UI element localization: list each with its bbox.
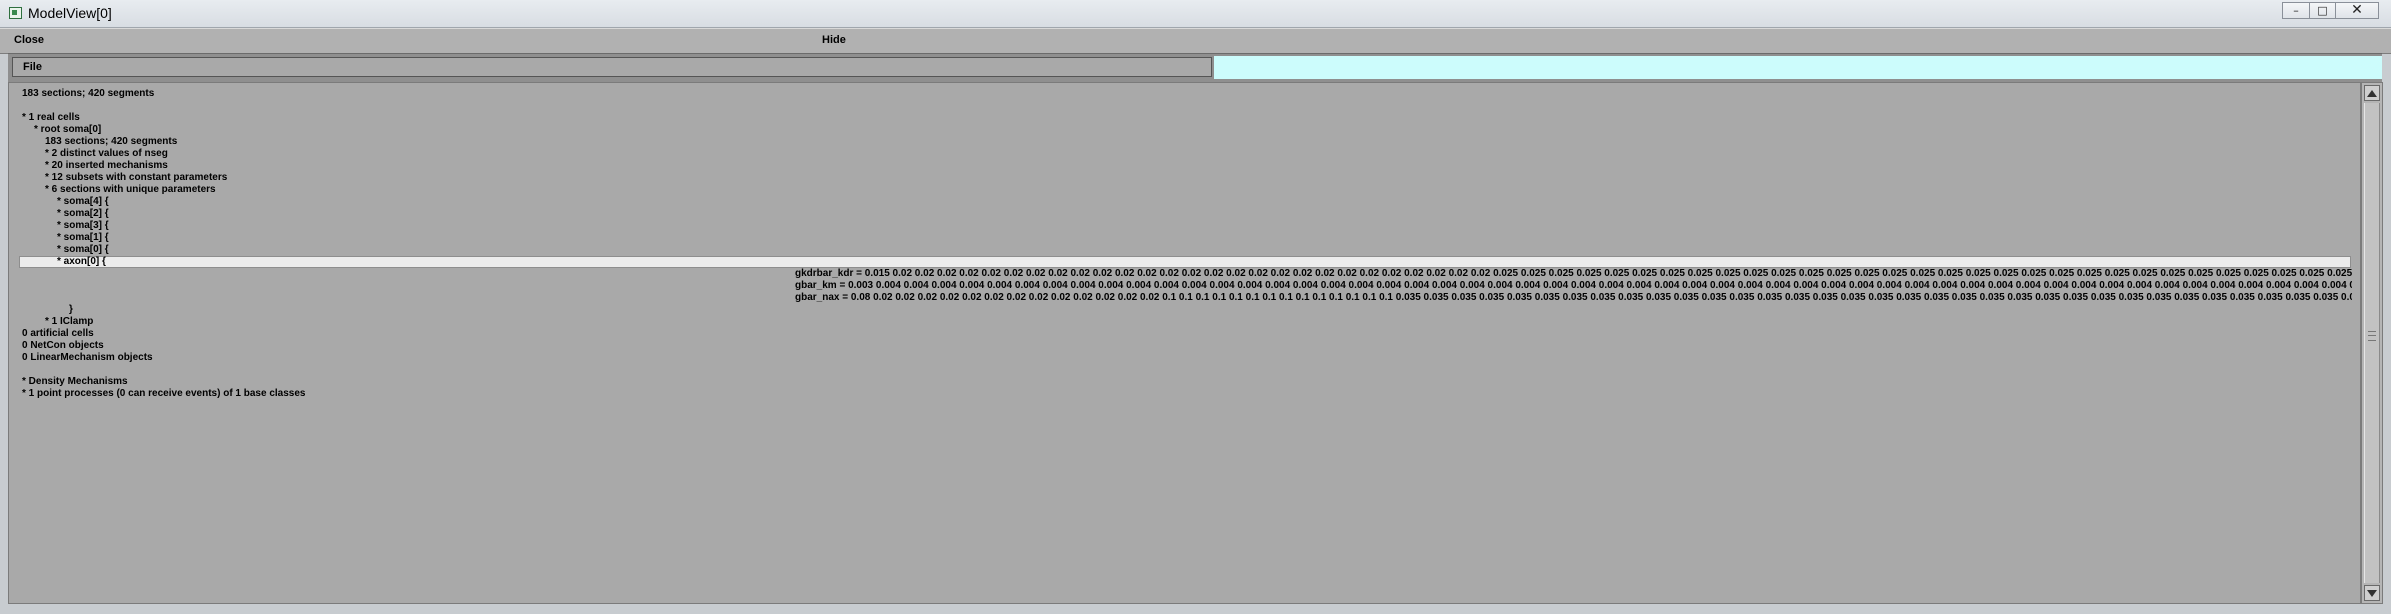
menubar: Close Hide <box>0 28 2391 54</box>
tree-iclamp[interactable]: * 1 IClamp <box>45 316 93 328</box>
menu-close[interactable]: Close <box>14 34 44 46</box>
tree-real-cells[interactable]: * 1 real cells <box>22 112 80 124</box>
tree-mechanisms[interactable]: * 20 inserted mechanisms <box>45 160 168 172</box>
arrow-down-icon <box>2367 590 2377 597</box>
tree-nseg[interactable]: * 2 distinct values of nseg <box>45 148 168 160</box>
selected-row-highlight <box>19 256 2351 268</box>
app-icon <box>9 7 22 19</box>
tree-root-summary: 183 sections; 420 segments <box>45 136 178 147</box>
tree-artificial-cells: 0 artificial cells <box>22 328 94 339</box>
arrow-up-icon <box>2367 90 2377 97</box>
file-toolbar: File <box>8 53 2382 83</box>
scroll-down-button[interactable] <box>2364 585 2380 601</box>
status-field <box>1214 56 2382 79</box>
tree-section-item[interactable]: * soma[0] { <box>57 244 109 256</box>
maximize-button[interactable]: □ <box>2309 2 2336 19</box>
tree-section-item[interactable]: * soma[2] { <box>57 208 109 220</box>
param-gbar-nax: gbar_nax = 0.08 0.02 0.02 0.02 0.02 0.02… <box>795 292 2352 303</box>
scroll-up-button[interactable] <box>2364 85 2380 101</box>
scroll-thumb[interactable] <box>2364 103 2380 583</box>
param-gbar-km: gbar_km = 0.003 0.004 0.004 0.004 0.004 … <box>795 280 2352 291</box>
close-brace: } <box>69 304 73 315</box>
vertical-scrollbar[interactable] <box>2361 82 2383 604</box>
tree-section-item[interactable]: * soma[4] { <box>57 196 109 208</box>
minimize-button[interactable]: – <box>2282 2 2310 19</box>
tree-density-mechanisms[interactable]: * Density Mechanisms <box>22 376 128 388</box>
model-tree-pane: 183 sections; 420 segments * 1 real cell… <box>8 82 2361 604</box>
tree-point-processes[interactable]: * 1 point processes (0 can receive event… <box>22 388 305 400</box>
tree-subsets[interactable]: * 12 subsets with constant parameters <box>45 172 227 184</box>
grip-icon <box>2368 331 2376 341</box>
window-bottom-border <box>0 604 2391 614</box>
param-gkdrbar-kdr: gkdrbar_kdr = 0.015 0.02 0.02 0.02 0.02 … <box>795 268 2352 279</box>
file-menu-button[interactable]: File <box>12 57 1212 77</box>
menu-hide[interactable]: Hide <box>822 34 846 46</box>
close-window-button[interactable]: ✕ <box>2335 2 2379 19</box>
tree-root-soma[interactable]: * root soma[0] <box>34 124 101 136</box>
tree-section-item-selected[interactable]: * axon[0] { <box>57 256 106 268</box>
tree-summary: 183 sections; 420 segments <box>22 88 155 99</box>
window-title: ModelView[0] <box>28 5 112 21</box>
tree-section-item[interactable]: * soma[3] { <box>57 220 109 232</box>
tree-unique-sections[interactable]: * 6 sections with unique parameters <box>45 184 216 196</box>
tree-linear-mechanism: 0 LinearMechanism objects <box>22 352 153 363</box>
tree-section-item[interactable]: * soma[1] { <box>57 232 109 244</box>
window-titlebar: ModelView[0] – □ ✕ <box>0 0 2391 28</box>
tree-netcon: 0 NetCon objects <box>22 340 104 351</box>
